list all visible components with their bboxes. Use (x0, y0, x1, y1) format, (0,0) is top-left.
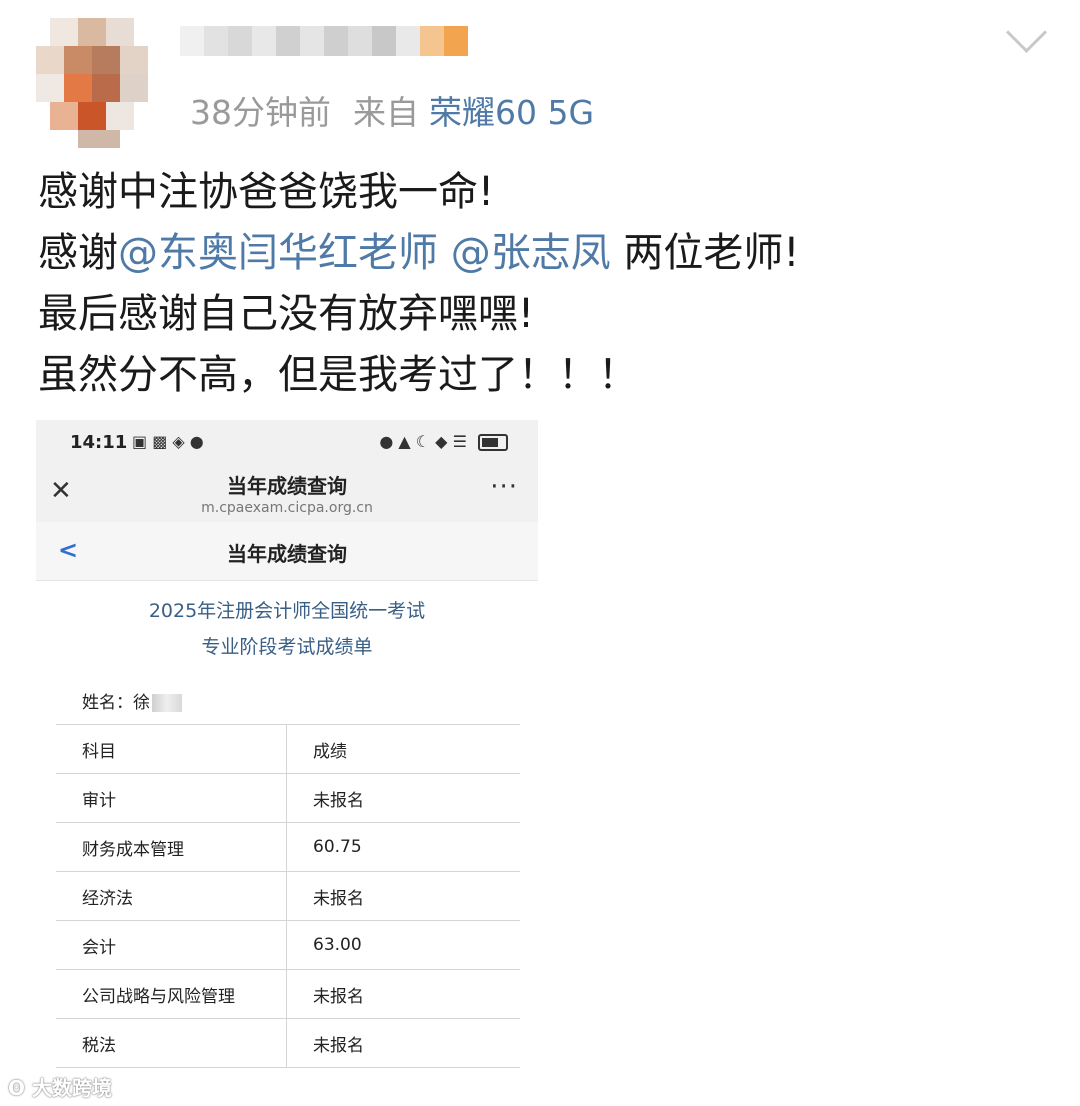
post-line-3: 最后感谢自己没有放弃嘿嘿! (38, 291, 535, 337)
table-row: 经济法 未报名 (56, 871, 520, 921)
table-row: 财务成本管理 60.75 (56, 822, 520, 872)
score-cell: 63.00 (286, 920, 520, 970)
exam-subheading: 专业阶段考试成绩单 (201, 636, 373, 658)
exam-heading: 2025年注册会计师全国统一考试 (148, 600, 426, 622)
name-cell: 姓名：徐 (56, 676, 520, 725)
post-meta: 38分钟前 来自 荣耀60 5G (190, 86, 594, 134)
subject-cell: 财务成本管理 (56, 822, 287, 872)
score-cell: 未报名 (286, 871, 520, 921)
post-line-2: 感谢@东奥闫华红老师 @张志凤 两位老师! (38, 223, 1048, 284)
post-line-1: 感谢中注协爸爸饶我一命! (38, 169, 495, 215)
score-cell: 60.75 (286, 822, 520, 872)
source-prefix: 来自 (353, 93, 419, 132)
subject-cell: 经济法 (56, 871, 287, 921)
avatar[interactable] (22, 18, 162, 158)
browser-bar: ✕ 当年成绩查询 m.cpaexam.cicpa.org.cn ··· (36, 466, 538, 522)
post-line-2-suffix: 两位老师! (610, 230, 800, 276)
post-text: 感谢中注协爸爸饶我一命! 感谢@东奥闫华红老师 @张志凤 两位老师! 最后感谢自… (38, 162, 1048, 406)
mention-link[interactable]: @东奥闫华红老师 (118, 230, 438, 276)
header-score: 成绩 (286, 724, 520, 774)
table-row: 审计 未报名 (56, 773, 520, 823)
name-row: 姓名：徐 (56, 676, 520, 725)
subject-cell: 税法 (56, 1018, 287, 1068)
table-row: 税法 未报名 (56, 1018, 520, 1068)
name-label: 姓名： (82, 692, 133, 713)
status-bar: 14:11 ▣ ▩ ◈ ● ● ▲ ☾ ◆ ☰ (36, 420, 538, 466)
score-table: 姓名：徐 科目 成绩 审计 未报名 财务成本管理 60.75 经济法 未报名 会… (56, 676, 520, 1068)
table-header-row: 科目 成绩 (56, 724, 520, 774)
score-cell: 未报名 (286, 1018, 520, 1068)
score-cell: 未报名 (286, 773, 520, 823)
watermark-text: 大数跨境 (31, 1076, 112, 1100)
status-time: 14:11 (70, 432, 128, 453)
source-device-link[interactable]: 荣耀60 5G (429, 93, 594, 132)
more-options-button[interactable] (998, 11, 1058, 62)
name-value: 徐 (133, 692, 150, 713)
page-nav-bar: < 当年成绩查询 (36, 522, 538, 581)
post-line-4: 虽然分不高，但是我考过了！！！ (38, 352, 638, 398)
subject-cell: 公司战略与风险管理 (56, 969, 287, 1019)
username-blurred[interactable] (180, 20, 470, 64)
system-icons: ● ▲ ☾ ◆ ☰ (379, 432, 508, 451)
subject-cell: 审计 (56, 773, 287, 823)
table-row: 公司战略与风险管理 未报名 (56, 969, 520, 1019)
browser-url: m.cpaexam.cicpa.org.cn (201, 500, 373, 516)
post-line-2-prefix: 感谢 (38, 230, 118, 276)
subject-cell: 会计 (56, 920, 287, 970)
page-nav-title: 当年成绩查询 (227, 542, 347, 566)
post-time: 38分钟前 (190, 93, 331, 132)
header-subject: 科目 (56, 724, 287, 774)
chevron-down-icon (1005, 11, 1048, 54)
browser-title: 当年成绩查询 (227, 474, 347, 498)
mention-link[interactable]: @张志凤 (451, 230, 611, 276)
attached-image[interactable]: 14:11 ▣ ▩ ◈ ● ● ▲ ☾ ◆ ☰ ✕ 当年成绩查询 m.cpaex… (36, 420, 538, 1080)
score-cell: 未报名 (286, 969, 520, 1019)
battery-icon (478, 434, 508, 451)
watermark: ʘ 大数跨境 (8, 1072, 112, 1101)
watermark-logo-icon: ʘ (8, 1076, 32, 1100)
table-row: 会计 63.00 (56, 920, 520, 970)
notification-icons: ▣ ▩ ◈ ● (132, 432, 204, 451)
name-redaction (152, 693, 182, 712)
more-dots-icon: ··· (490, 472, 518, 502)
